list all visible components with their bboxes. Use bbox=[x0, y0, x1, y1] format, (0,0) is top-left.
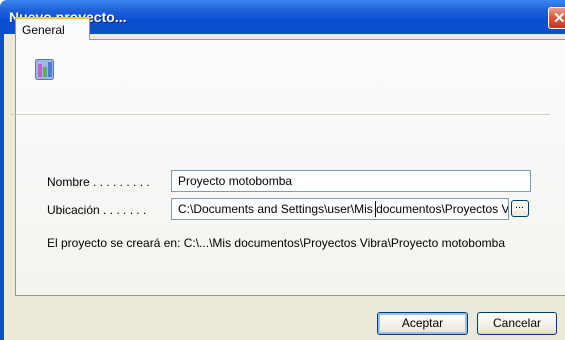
location-label: Ubicación . . . . . . . bbox=[47, 203, 147, 217]
text-cursor bbox=[375, 201, 376, 217]
cancel-button[interactable]: Cancelar bbox=[477, 312, 557, 335]
close-icon: ✕ bbox=[553, 10, 565, 27]
tab-general[interactable]: General bbox=[15, 17, 90, 40]
project-path-note: El proyecto se creará en: C:\...\Mis doc… bbox=[47, 236, 505, 250]
project-name-input[interactable]: Proyecto motobomba bbox=[171, 170, 531, 192]
project-location-input[interactable]: C:\Documents and Settings\user\Mis docum… bbox=[171, 198, 509, 220]
close-button[interactable]: ✕ bbox=[548, 7, 565, 29]
browse-button-label: ... bbox=[515, 199, 525, 211]
name-label: Nombre . . . . . . . . . bbox=[47, 175, 150, 189]
tab-general-label: General bbox=[22, 23, 65, 37]
accept-button[interactable]: Aceptar bbox=[377, 312, 468, 335]
browse-button[interactable]: ... bbox=[511, 199, 529, 217]
project-icon bbox=[35, 59, 54, 80]
dialog-window: Nuevo proyecto... ✕ General Nombre . . .… bbox=[0, 0, 565, 340]
